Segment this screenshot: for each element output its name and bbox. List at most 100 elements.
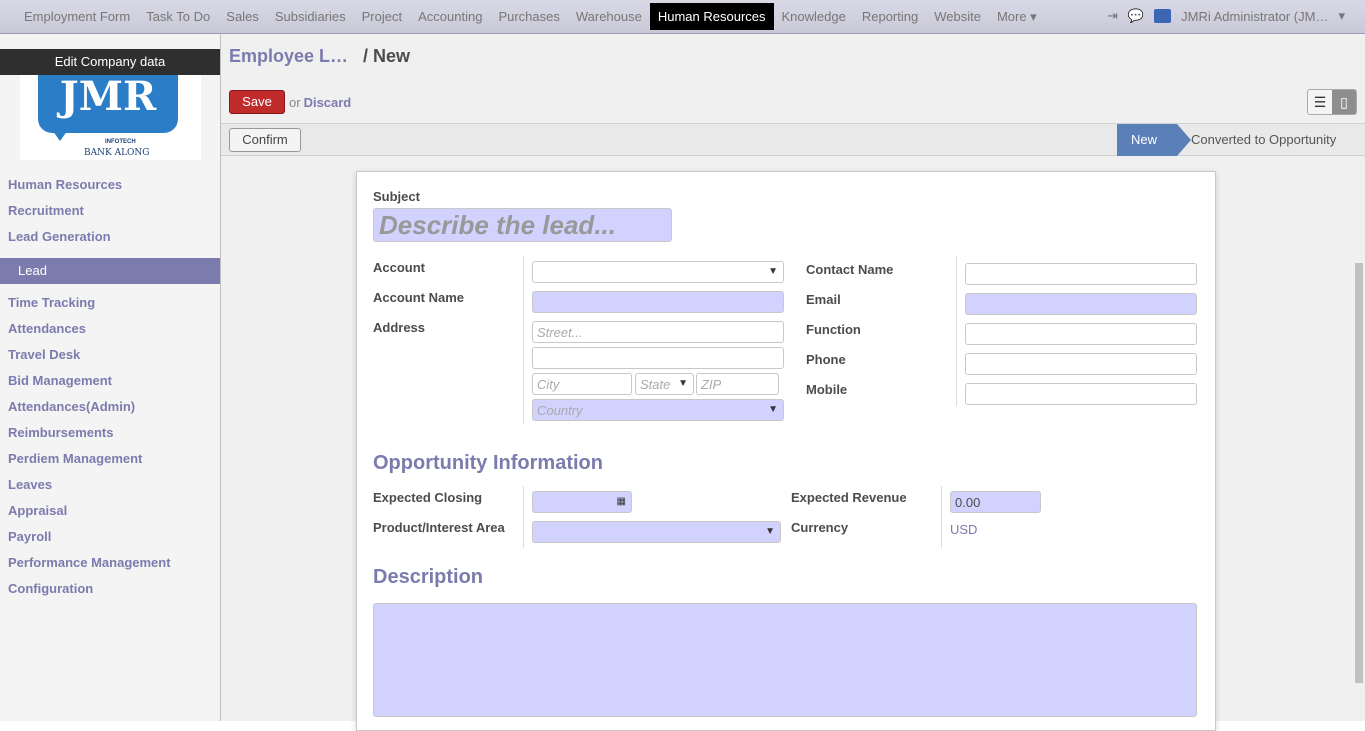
company-logo[interactable]: JMR INFOTECH BANK ALONG xyxy=(20,75,201,160)
sign-in-icon[interactable]: ⇥ xyxy=(1107,8,1118,24)
description-heading: Description xyxy=(373,566,484,588)
sidebar-item-attendances-admin[interactable]: Attendances(Admin) xyxy=(0,394,220,420)
sidebar-item-bid-management[interactable]: Bid Management xyxy=(0,368,220,394)
zip-input[interactable]: ZIP xyxy=(696,373,779,395)
scrollbar-thumb[interactable] xyxy=(1355,263,1363,683)
edit-company-data-link[interactable]: Edit Company data xyxy=(0,49,220,75)
confirm-button[interactable]: Confirm xyxy=(229,128,301,152)
menu-item-reporting[interactable]: Reporting xyxy=(854,3,926,30)
sidebar-item-configuration[interactable]: Configuration xyxy=(0,576,220,602)
status-bar: Confirm New Converted to Opportunity xyxy=(221,123,1365,156)
stage-new[interactable]: New xyxy=(1117,124,1177,156)
divider xyxy=(523,256,524,424)
discard-link[interactable]: Discard xyxy=(304,95,352,110)
breadcrumb-parent-link[interactable]: Employee L… xyxy=(229,46,348,66)
logo-tagline-2: BANK ALONG xyxy=(84,148,150,158)
sidebar-item-appraisal[interactable]: Appraisal xyxy=(0,498,220,524)
menu-item-warehouse[interactable]: Warehouse xyxy=(568,3,650,30)
sidebar: Edit Company data JMR INFOTECH BANK ALON… xyxy=(0,34,221,721)
description-textarea[interactable] xyxy=(373,603,1197,717)
divider xyxy=(941,486,942,548)
account-name-input[interactable] xyxy=(532,291,784,313)
view-switcher: ☰ ▯ xyxy=(1307,89,1357,115)
contact-name-label: Contact Name xyxy=(806,262,894,277)
stage-converted[interactable]: Converted to Opportunity xyxy=(1191,124,1336,156)
currency-label: Currency xyxy=(791,520,849,535)
dropdown-arrow-icon: ▼ xyxy=(765,526,775,537)
country-placeholder: Country xyxy=(537,403,583,418)
sidebar-item-perdiem-management[interactable]: Perdiem Management xyxy=(0,446,220,472)
expected-revenue-label: Expected Revenue xyxy=(791,490,907,505)
menu-item-human-resources[interactable]: Human Resources xyxy=(649,3,774,30)
email-input[interactable] xyxy=(965,293,1197,315)
subject-input[interactable]: Describe the lead... xyxy=(373,208,672,242)
divider xyxy=(523,486,524,548)
breadcrumb: Employee L… / New xyxy=(229,46,410,67)
top-menu-bar: Employment Form Task To Do Sales Subsidiari… xyxy=(0,0,1365,34)
mobile-input[interactable] xyxy=(965,383,1197,405)
user-menu[interactable]: JMRi Administrator (JM… xyxy=(1181,9,1328,24)
save-button[interactable]: Save xyxy=(229,90,285,114)
sidebar-item-leaves[interactable]: Leaves xyxy=(0,472,220,498)
sidebar-item-recruitment[interactable]: Recruitment xyxy=(0,198,220,224)
sidebar-item-lead-generation[interactable]: Lead Generation xyxy=(0,224,220,250)
menu-item-employment-form[interactable]: Employment Form xyxy=(16,3,138,30)
product-select[interactable]: ▼ xyxy=(532,521,781,543)
sidebar-item-time-tracking[interactable]: Time Tracking xyxy=(0,290,220,316)
logo-bubble-tail xyxy=(50,127,70,141)
currency-value[interactable]: USD xyxy=(950,522,977,537)
menu-item-website[interactable]: Website xyxy=(926,3,989,30)
phone-label: Phone xyxy=(806,352,846,367)
form-sheet: Subject Describe the lead... Account Acc… xyxy=(356,171,1216,731)
expected-closing-input[interactable]: ▦ xyxy=(532,491,632,513)
phone-input[interactable] xyxy=(965,353,1197,375)
or-text: or xyxy=(289,94,301,110)
opportunity-heading: Opportunity Information xyxy=(373,452,603,474)
sidebar-item-reimbursements[interactable]: Reimbursements xyxy=(0,420,220,446)
sidebar-item-attendances[interactable]: Attendances xyxy=(0,316,220,342)
mobile-label: Mobile xyxy=(806,382,848,397)
sidebar-item-lead[interactable]: Lead xyxy=(0,258,220,284)
list-view-icon[interactable]: ☰ xyxy=(1308,90,1332,114)
function-label: Function xyxy=(806,322,861,337)
sidebar-item-human-resources[interactable]: Human Resources xyxy=(0,172,220,198)
breadcrumb-current: / New xyxy=(363,46,411,66)
menu-item-knowledge[interactable]: Knowledge xyxy=(774,3,854,30)
divider xyxy=(956,256,957,406)
city-input[interactable]: City xyxy=(532,373,632,395)
sidebar-item-performance-management[interactable]: Performance Management xyxy=(0,550,220,576)
menu-item-subsidiaries[interactable]: Subsidiaries xyxy=(267,3,354,30)
chat-icon[interactable]: 💬 xyxy=(1128,8,1144,24)
form-view-icon[interactable]: ▯ xyxy=(1332,90,1356,114)
menu-item-task-to-do[interactable]: Task To Do xyxy=(138,3,218,30)
calendar-icon[interactable]: ▦ xyxy=(617,496,626,507)
address-label: Address xyxy=(373,320,426,335)
menu-item-accounting[interactable]: Accounting xyxy=(410,3,490,30)
dropdown-arrow-icon: ▼ xyxy=(768,266,778,277)
menu-item-purchases[interactable]: Purchases xyxy=(490,3,567,30)
street2-input[interactable] xyxy=(532,347,784,369)
menu-item-sales[interactable]: Sales xyxy=(218,3,267,30)
function-input[interactable] xyxy=(965,323,1197,345)
sidebar-item-travel-desk[interactable]: Travel Desk xyxy=(0,342,220,368)
caret-down-icon[interactable]: ▾ xyxy=(1338,8,1345,24)
state-select[interactable]: State ▼ xyxy=(635,373,694,395)
street-input[interactable]: Street... xyxy=(532,321,784,343)
contact-name-input[interactable] xyxy=(965,263,1197,285)
menu-item-project[interactable]: Project xyxy=(354,3,410,30)
email-label: Email xyxy=(806,292,841,307)
logo-text: JMR xyxy=(38,75,178,133)
account-name-label: Account Name xyxy=(373,290,465,305)
sidebar-item-payroll[interactable]: Payroll xyxy=(0,524,220,550)
menu-item-more[interactable]: More ▾ xyxy=(989,3,1045,30)
dropdown-arrow-icon: ▼ xyxy=(768,404,778,415)
topbar-right: ⇥ 💬 JMRi Administrator (JM… ▾ xyxy=(1107,8,1345,24)
expected-revenue-input[interactable]: 0.00 xyxy=(950,491,1041,513)
main-content: Employee L… / New Save or Discard ☰ ▯ Co… xyxy=(221,34,1365,731)
account-select[interactable]: ▼ xyxy=(532,261,784,283)
user-avatar xyxy=(1154,9,1172,23)
country-select[interactable]: Country ▼ xyxy=(532,399,784,421)
sidebar-nav: Human Resources Recruitment Lead Generatio… xyxy=(0,172,220,602)
expected-closing-label: Expected Closing xyxy=(373,490,483,505)
scrollbar[interactable] xyxy=(1353,156,1365,721)
